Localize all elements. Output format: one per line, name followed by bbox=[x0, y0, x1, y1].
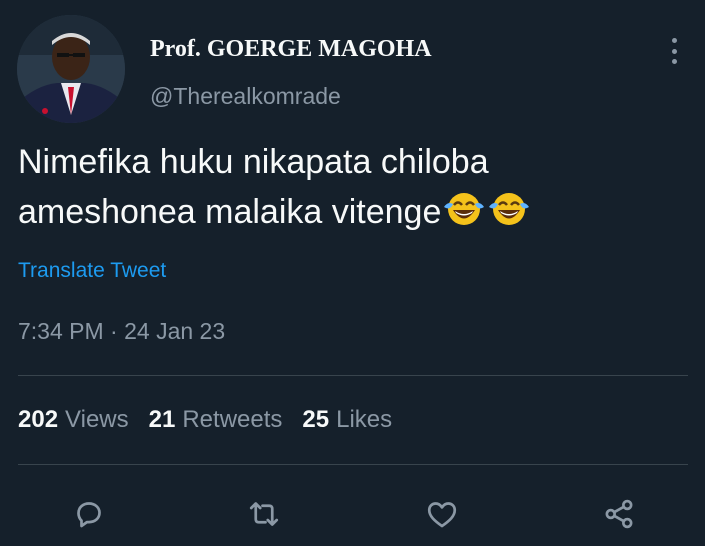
views-count: 202 bbox=[18, 406, 59, 433]
more-dot bbox=[671, 38, 677, 43]
translate-tweet-link[interactable]: Translate Tweet bbox=[18, 259, 166, 283]
user-handle[interactable]: @Therealkomrade bbox=[150, 83, 341, 110]
more-dot bbox=[671, 59, 677, 64]
display-name[interactable]: Prof. GOERGE MAGOHA bbox=[150, 36, 432, 63]
retweets-stat[interactable]: 21 Retweets bbox=[149, 406, 283, 434]
more-options-icon[interactable] bbox=[662, 34, 686, 68]
reply-icon bbox=[77, 502, 101, 528]
retweet-button[interactable] bbox=[242, 492, 286, 536]
tweet-timestamp[interactable]: 7:34 PM · 24 Jan 23 bbox=[18, 318, 225, 345]
tears-of-joy-icon bbox=[444, 193, 485, 225]
tweet-text-line-1: Nimefika huku nikapata chiloba bbox=[18, 143, 489, 181]
retweets-label: Retweets bbox=[182, 406, 283, 433]
like-icon bbox=[427, 502, 457, 528]
retweet-icon bbox=[249, 502, 279, 526]
tweet-text-line-2: ameshonea malaika vitenge bbox=[18, 187, 688, 237]
avatar[interactable] bbox=[17, 15, 125, 123]
share-icon bbox=[605, 499, 633, 529]
like-button[interactable] bbox=[420, 492, 464, 536]
reply-button[interactable] bbox=[67, 492, 111, 536]
likes-label: Likes bbox=[336, 406, 393, 433]
divider bbox=[18, 375, 688, 376]
tears-of-joy-icon bbox=[489, 193, 530, 225]
views-stat[interactable]: 202 Views bbox=[18, 406, 129, 434]
tweet-text-line-2-words: ameshonea malaika vitenge bbox=[18, 193, 442, 231]
likes-stat[interactable]: 25 Likes bbox=[302, 406, 392, 434]
more-dot bbox=[671, 48, 677, 54]
retweets-count: 21 bbox=[148, 406, 176, 433]
tweet-stats: 202 Views 21 Retweets 25 Likes bbox=[18, 406, 392, 434]
tweet-text: Nimefika huku nikapata chiloba ameshonea… bbox=[18, 137, 688, 237]
profile-photo-icon bbox=[17, 15, 125, 123]
share-button[interactable] bbox=[597, 492, 641, 536]
divider bbox=[18, 464, 688, 465]
tweet-actions bbox=[0, 492, 705, 540]
views-label: Views bbox=[65, 406, 129, 433]
likes-count: 25 bbox=[302, 406, 330, 433]
